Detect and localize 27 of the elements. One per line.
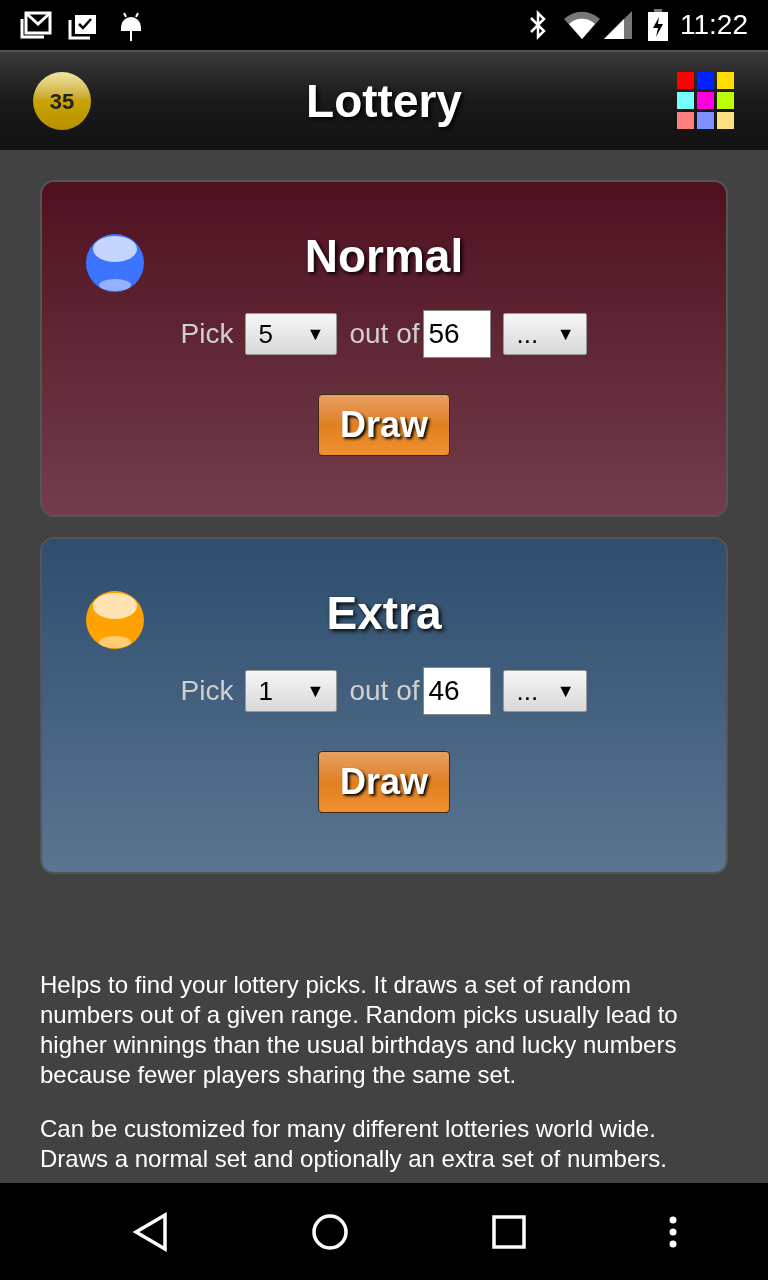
more-icon[interactable] [668, 1215, 677, 1248]
pick-label: Pick [180, 674, 234, 708]
recents-icon[interactable] [491, 1214, 526, 1249]
card-title: Extra [326, 586, 442, 641]
description-text: Can be customized for many different lotteries world wide. Draws a normal set and optionally an extra set of numbers. [40, 1114, 668, 1174]
ball-badge: 35 [33, 72, 91, 130]
dropdown[interactable]: 5 ▼ [245, 313, 338, 355]
out-of-label: out of [349, 674, 420, 708]
home-icon[interactable] [310, 1212, 349, 1251]
range-field[interactable]: 46 [423, 667, 492, 715]
description-text: Helps to find your lottery picks. It draws a set of random numbers out of a given range. Random picks usually lead to higher winnings than the usual birthdays and lucky numbers because fewer players sharing the same set. [40, 970, 679, 1090]
color-grid-icon[interactable] [677, 72, 735, 130]
dropdown[interactable]: 1 ▼ [245, 670, 338, 712]
battery-charging-icon [648, 9, 668, 41]
dropdown[interactable]: ... ▼ [503, 670, 588, 712]
mail-icon [20, 11, 52, 39]
bluetooth-icon [528, 10, 548, 40]
signal-icon [604, 11, 632, 39]
range-field[interactable]: 56 [423, 310, 492, 358]
out-of-label: out of [349, 317, 420, 351]
card-title: Normal [304, 229, 464, 284]
app-title: Lottery [305, 73, 463, 129]
wifi-icon [564, 11, 600, 39]
pick-label: Pick [180, 317, 234, 351]
clock-time: 11:22 [680, 8, 748, 42]
back-icon[interactable] [131, 1211, 168, 1252]
dropdown[interactable]: ... ▼ [503, 313, 588, 355]
